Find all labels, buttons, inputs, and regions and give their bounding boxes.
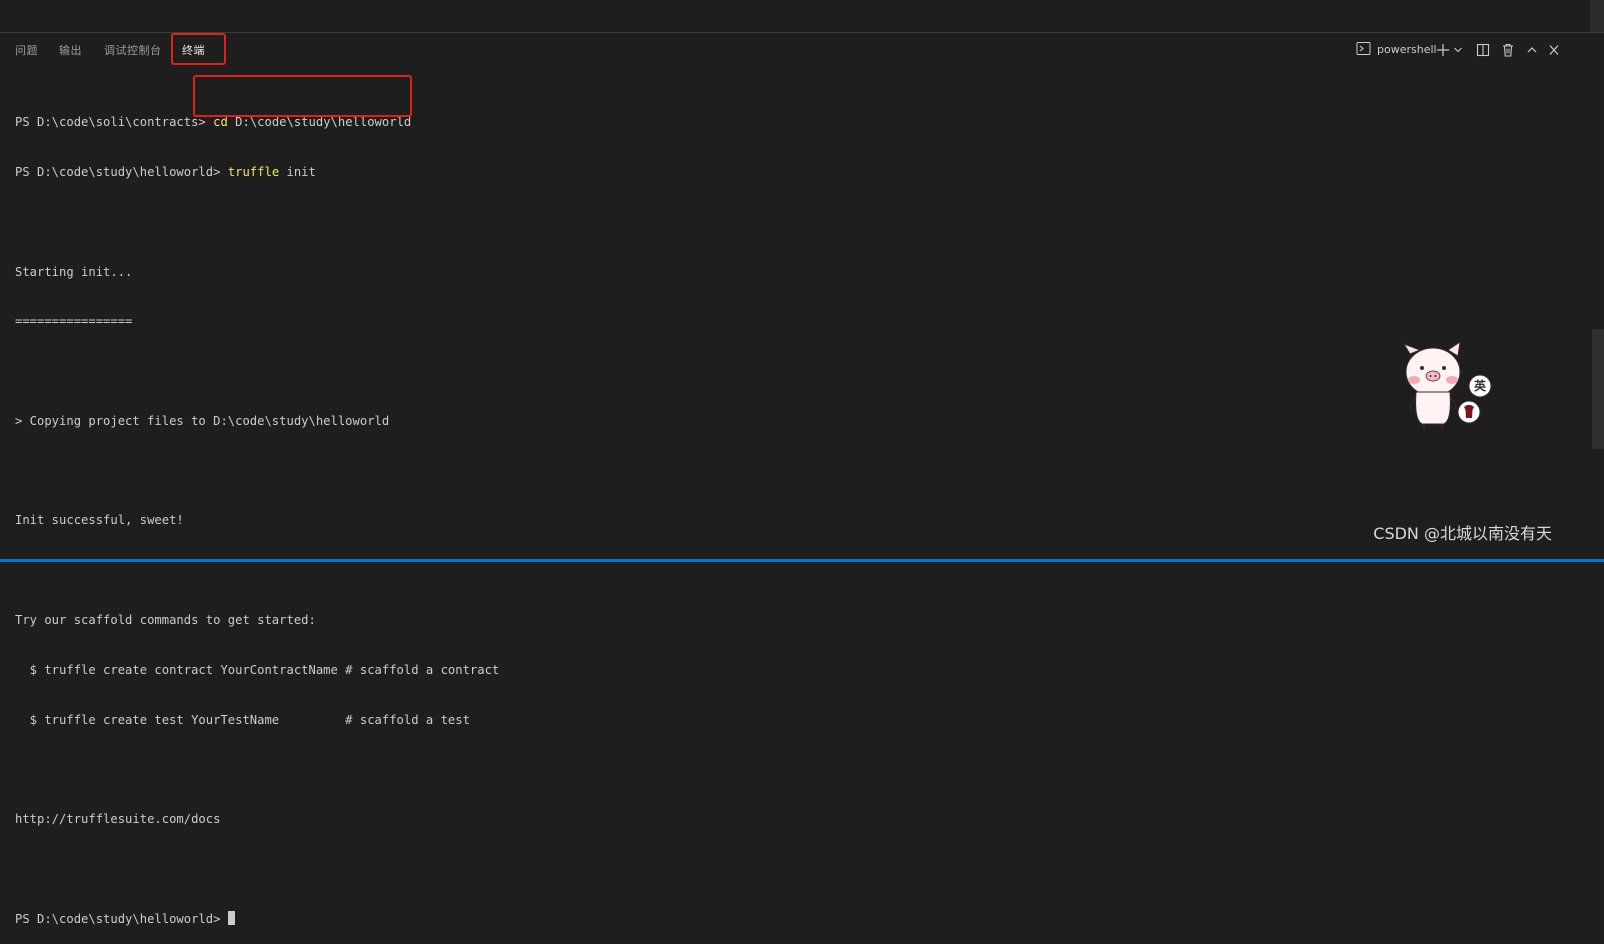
ime-pig-mascot[interactable]: 英	[1400, 342, 1510, 432]
chevron-down-icon[interactable]	[1453, 40, 1463, 66]
terminal-line	[15, 562, 499, 579]
ime-language-badge: 英	[1474, 378, 1486, 394]
split-icon[interactable]	[1476, 40, 1490, 66]
terminal-line	[15, 214, 499, 231]
tab-output[interactable]: 输出	[59, 42, 82, 58]
active-tab-indicator	[182, 63, 205, 64]
terminal-output[interactable]: PS D:\code\soli\contracts> cd D:\code\st…	[15, 81, 499, 944]
editor-scrollbar[interactable]	[1590, 0, 1604, 32]
shell-selector[interactable]: powershell	[1377, 40, 1437, 60]
terminal-line: http://trufflesuite.com/docs	[15, 811, 499, 828]
terminal-line: $ truffle create test YourTestName # sca…	[15, 712, 499, 729]
command-keyword: truffle	[228, 165, 279, 179]
terminal-line: $ truffle create contract YourContractNa…	[15, 662, 499, 679]
terminal-line	[15, 463, 499, 480]
plus-icon[interactable]	[1436, 40, 1450, 66]
command-args: D:\code\study\helloworld	[228, 115, 411, 129]
editor-area	[0, 0, 1604, 33]
terminal-line: Starting init...	[15, 264, 499, 281]
panel-actions: powershell	[1356, 40, 1566, 60]
trash-icon[interactable]	[1501, 40, 1515, 66]
terminal-line: PS D:\code\study\helloworld>	[15, 911, 499, 928]
prompt: PS D:\code\soli\contracts>	[15, 115, 213, 129]
terminal-line: PS D:\code\soli\contracts> cd D:\code\st…	[15, 114, 499, 131]
terminal-line: Init successful, sweet!	[15, 512, 499, 529]
command-args: init	[279, 165, 316, 179]
prompt: PS D:\code\study\helloworld>	[15, 912, 228, 926]
terminal-line: PS D:\code\study\helloworld> truffle ini…	[15, 164, 499, 181]
tab-debug-console[interactable]: 调试控制台	[104, 42, 162, 58]
tab-terminal[interactable]: 终端	[182, 42, 205, 58]
terminal-line: > Copying project files to D:\code\study…	[15, 413, 499, 430]
terminal-icon	[1356, 41, 1371, 62]
watermark: CSDN @北城以南没有天	[1373, 520, 1552, 544]
prompt: PS D:\code\study\helloworld>	[15, 165, 228, 179]
text-cursor	[228, 911, 235, 925]
chevron-up-icon[interactable]	[1526, 40, 1538, 66]
terminal-line: Try our scaffold commands to get started…	[15, 612, 499, 629]
terminal-line	[15, 363, 499, 380]
tab-terminal-label: 终端	[182, 44, 205, 57]
terminal-scrollbar[interactable]	[1590, 67, 1604, 559]
scrollbar-thumb[interactable]	[1592, 329, 1604, 449]
close-icon[interactable]	[1548, 40, 1560, 66]
terminal-line	[15, 861, 499, 878]
command-keyword: cd	[213, 115, 228, 129]
pig-icon	[1400, 342, 1510, 432]
terminal-line	[15, 761, 499, 778]
terminal-line: ================	[15, 313, 499, 330]
tab-problems[interactable]: 问题	[15, 42, 38, 58]
